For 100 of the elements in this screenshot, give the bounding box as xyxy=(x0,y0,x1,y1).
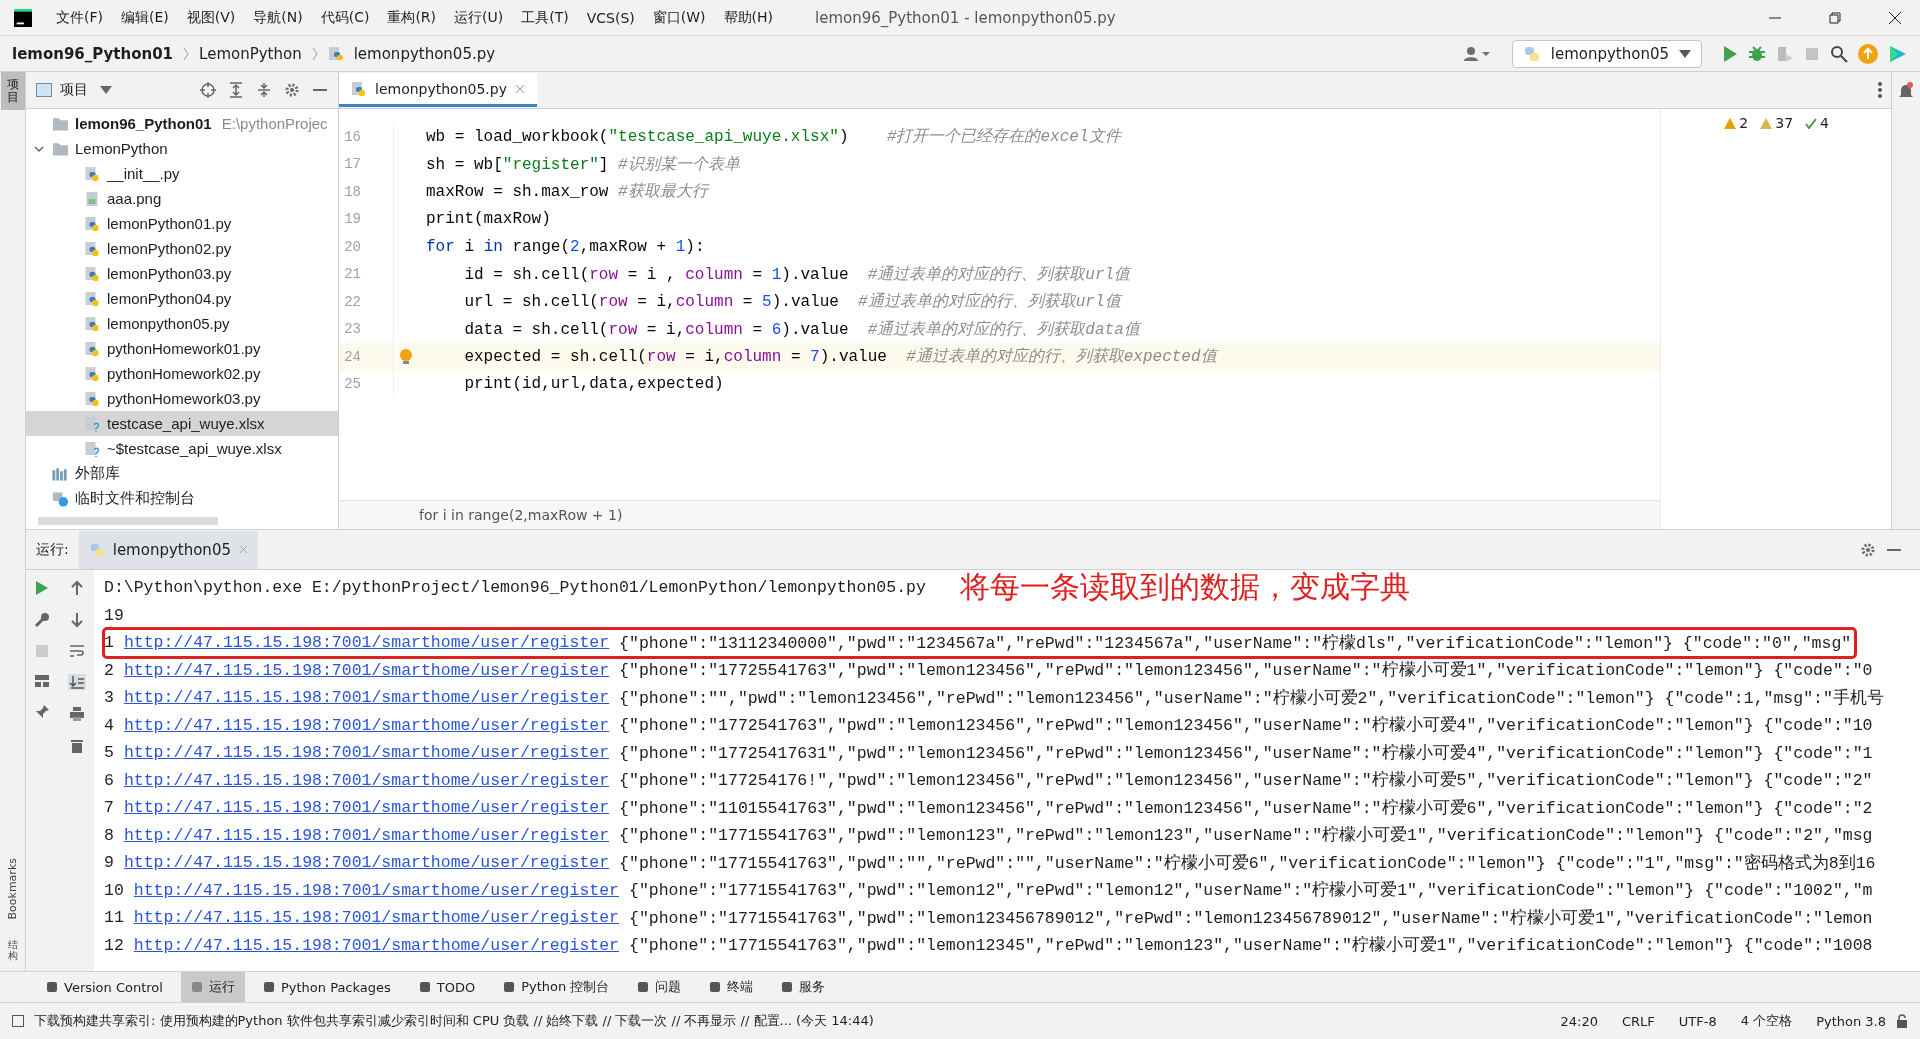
settings-icon[interactable] xyxy=(1860,541,1876,558)
console-output: {"phone":"","pwd":"lemon123456","rePwd":"lemon123456","userName":"柠檬小可爱2","verificationCode":"lemon"} {"code":1,"msg":"手机号 xyxy=(619,687,1884,709)
wrap-icon[interactable] xyxy=(69,644,85,658)
tree-item[interactable]: aaa.png xyxy=(26,186,338,211)
tree-item[interactable]: pythonHomework02.py xyxy=(26,361,338,386)
run-icon[interactable] xyxy=(35,580,49,596)
run-config-dropdown[interactable]: lemonpython05 xyxy=(1511,39,1702,68)
down-arrow-icon[interactable] xyxy=(70,612,84,628)
breadcrumb-item[interactable]: lemonpython05.py xyxy=(353,44,496,63)
lightbulb-icon[interactable] xyxy=(400,348,412,365)
url-link[interactable]: http://47.115.15.198:7001/smarthome/user/register xyxy=(123,743,610,763)
scroll-end-icon[interactable] xyxy=(68,674,86,690)
tree-item[interactable]: LemonPython xyxy=(26,136,338,161)
tree-item[interactable]: lemonpython05.py xyxy=(26,311,338,336)
breadcrumb-item[interactable]: LemonPython xyxy=(199,44,302,63)
more-icon[interactable] xyxy=(1877,81,1883,99)
code-breadcrumb[interactable]: for i in range(2,maxRow + 1) xyxy=(339,500,1660,529)
tree-item[interactable]: pythonHomework01.py xyxy=(26,336,338,361)
settings-icon[interactable] xyxy=(284,82,300,98)
menu-item[interactable]: 视图(V) xyxy=(186,8,248,27)
url-link[interactable]: http://47.115.15.198:7001/smarthome/user/register xyxy=(123,853,610,873)
tool-window-tab[interactable]: 服务 xyxy=(771,972,836,1002)
url-link[interactable]: http://47.115.15.198:7001/smarthome/user/register xyxy=(123,770,610,790)
tree-item[interactable]: lemonPython03.py xyxy=(26,261,338,286)
tree-item[interactable]: lemonPython02.py xyxy=(26,236,338,261)
bell-icon[interactable] xyxy=(1898,82,1914,100)
collapse-all-icon[interactable] xyxy=(256,82,272,98)
breadcrumb-item[interactable]: lemon96_Python01 xyxy=(12,44,174,63)
tool-window-tab[interactable]: 问题 xyxy=(627,972,692,1002)
url-link[interactable]: http://47.115.15.198:7001/smarthome/user/register xyxy=(123,688,610,708)
tool-window-tab[interactable]: 终端 xyxy=(699,972,764,1002)
project-tool-tab[interactable]: 项目 xyxy=(0,72,25,111)
run-icon[interactable] xyxy=(1722,44,1738,63)
trash-icon[interactable] xyxy=(70,738,84,754)
wrench-icon[interactable] xyxy=(34,612,50,628)
inspection-count[interactable]: 4 xyxy=(1820,115,1829,131)
square-icon[interactable] xyxy=(12,1015,24,1027)
url-link[interactable]: http://47.115.15.198:7001/smarthome/user/register xyxy=(133,880,619,900)
expand-all-icon[interactable] xyxy=(228,82,244,98)
menu-item[interactable]: 代码(C) xyxy=(320,8,382,27)
url-link[interactable]: http://47.115.15.198:7001/smarthome/user/register xyxy=(123,715,610,735)
menu-item[interactable]: 导航(N) xyxy=(253,8,315,27)
restore-icon[interactable] xyxy=(1828,10,1842,25)
menu-item[interactable]: 帮助(H) xyxy=(723,8,785,27)
locate-icon[interactable] xyxy=(200,82,216,98)
tool-window-tab[interactable]: TODO xyxy=(408,972,486,1002)
tree-item[interactable]: lemonPython04.py xyxy=(26,286,338,311)
status-item[interactable]: Python 3.8 xyxy=(1816,1013,1886,1029)
panel-title[interactable]: 项目 xyxy=(60,81,88,99)
tool-window-tab[interactable]: 运行 xyxy=(180,972,245,1002)
run-tab[interactable]: lemonpython05 xyxy=(78,530,258,569)
tree-item[interactable]: lemonPython01.py xyxy=(26,211,338,236)
tool-window-tab[interactable]: Python Packages xyxy=(252,972,401,1002)
url-link[interactable]: http://47.115.15.198:7001/smarthome/user/register xyxy=(123,798,610,818)
print-icon[interactable] xyxy=(69,706,85,722)
search-icon[interactable] xyxy=(1830,44,1848,63)
bug-icon[interactable] xyxy=(1748,44,1766,63)
close-icon[interactable] xyxy=(1888,10,1902,25)
folder-icon xyxy=(52,115,69,132)
python-icon xyxy=(1522,44,1541,63)
tree-item[interactable]: 外部库 xyxy=(26,461,338,486)
tree-item[interactable]: testcase_api_wuye.xlsx xyxy=(26,411,338,436)
line-number: 21 xyxy=(343,266,362,283)
tree-item[interactable]: 临时文件和控制台 xyxy=(26,486,338,511)
menu-item[interactable]: 文件(F) xyxy=(56,8,115,27)
status-item[interactable]: CRLF xyxy=(1621,1013,1655,1029)
tree-item[interactable]: lemon96_Python01 E:\pythonProjec xyxy=(26,111,338,136)
url-link[interactable]: http://47.115.15.198:7001/smarthome/user/register xyxy=(123,825,610,845)
status-item[interactable]: 4 个空格 xyxy=(1740,1012,1793,1030)
menu-item[interactable]: 重构(R) xyxy=(387,8,449,27)
pin-icon[interactable] xyxy=(34,704,50,720)
user-icon[interactable] xyxy=(1463,45,1492,62)
side-tool-tab[interactable]: 结构 xyxy=(7,939,18,961)
side-tool-tab[interactable]: Bookmarks xyxy=(6,857,19,919)
up-arrow-icon[interactable] xyxy=(70,580,84,596)
caret-icon[interactable] xyxy=(100,86,112,94)
inspection-count[interactable]: 2 xyxy=(1739,115,1749,131)
status-item[interactable]: 24:20 xyxy=(1560,1013,1598,1029)
tree-item[interactable]: __init__.py xyxy=(26,161,338,186)
menu-item[interactable]: 编辑(E) xyxy=(121,8,181,27)
menu-item[interactable]: VCS(S) xyxy=(586,9,647,26)
tree-item[interactable]: pythonHomework03.py xyxy=(26,386,338,411)
url-link[interactable]: http://47.115.15.198:7001/smarthome/user/register xyxy=(123,660,610,680)
tree-item[interactable]: ~$testcase_api_wuye.xlsx xyxy=(26,436,338,461)
url-link[interactable]: http://47.115.15.198:7001/smarthome/user/register xyxy=(133,908,619,928)
inspection-count[interactable]: 37 xyxy=(1775,115,1794,131)
url-link[interactable]: http://47.115.15.198:7001/smarthome/user/register xyxy=(123,633,610,653)
lock-icon[interactable] xyxy=(1896,1014,1908,1028)
status-item[interactable]: UTF-8 xyxy=(1678,1013,1717,1029)
url-link[interactable]: http://47.115.15.198:7001/smarthome/user/register xyxy=(133,935,619,955)
menu-item[interactable]: 工具(T) xyxy=(521,8,581,27)
editor-tab[interactable]: lemonpython05.py xyxy=(339,73,537,107)
scrollbar[interactable] xyxy=(38,517,218,525)
tool-window-tab[interactable]: Version Control xyxy=(36,972,173,1002)
tree-label: lemonPython01.py xyxy=(107,215,232,232)
status-message[interactable]: 下载预构建共享索引: 使用预构建的Python 软件包共享索引减少索引时间和 CPU 负载 // 始终下载 // 下载一次 // 不再显示 // 配置... (今天 14:44) xyxy=(34,1012,874,1030)
menu-item[interactable]: 窗口(W) xyxy=(652,8,718,27)
layout-icon[interactable] xyxy=(34,674,50,688)
menu-item[interactable]: 运行(U) xyxy=(454,8,516,27)
tool-window-tab[interactable]: Python 控制台 xyxy=(493,972,620,1002)
